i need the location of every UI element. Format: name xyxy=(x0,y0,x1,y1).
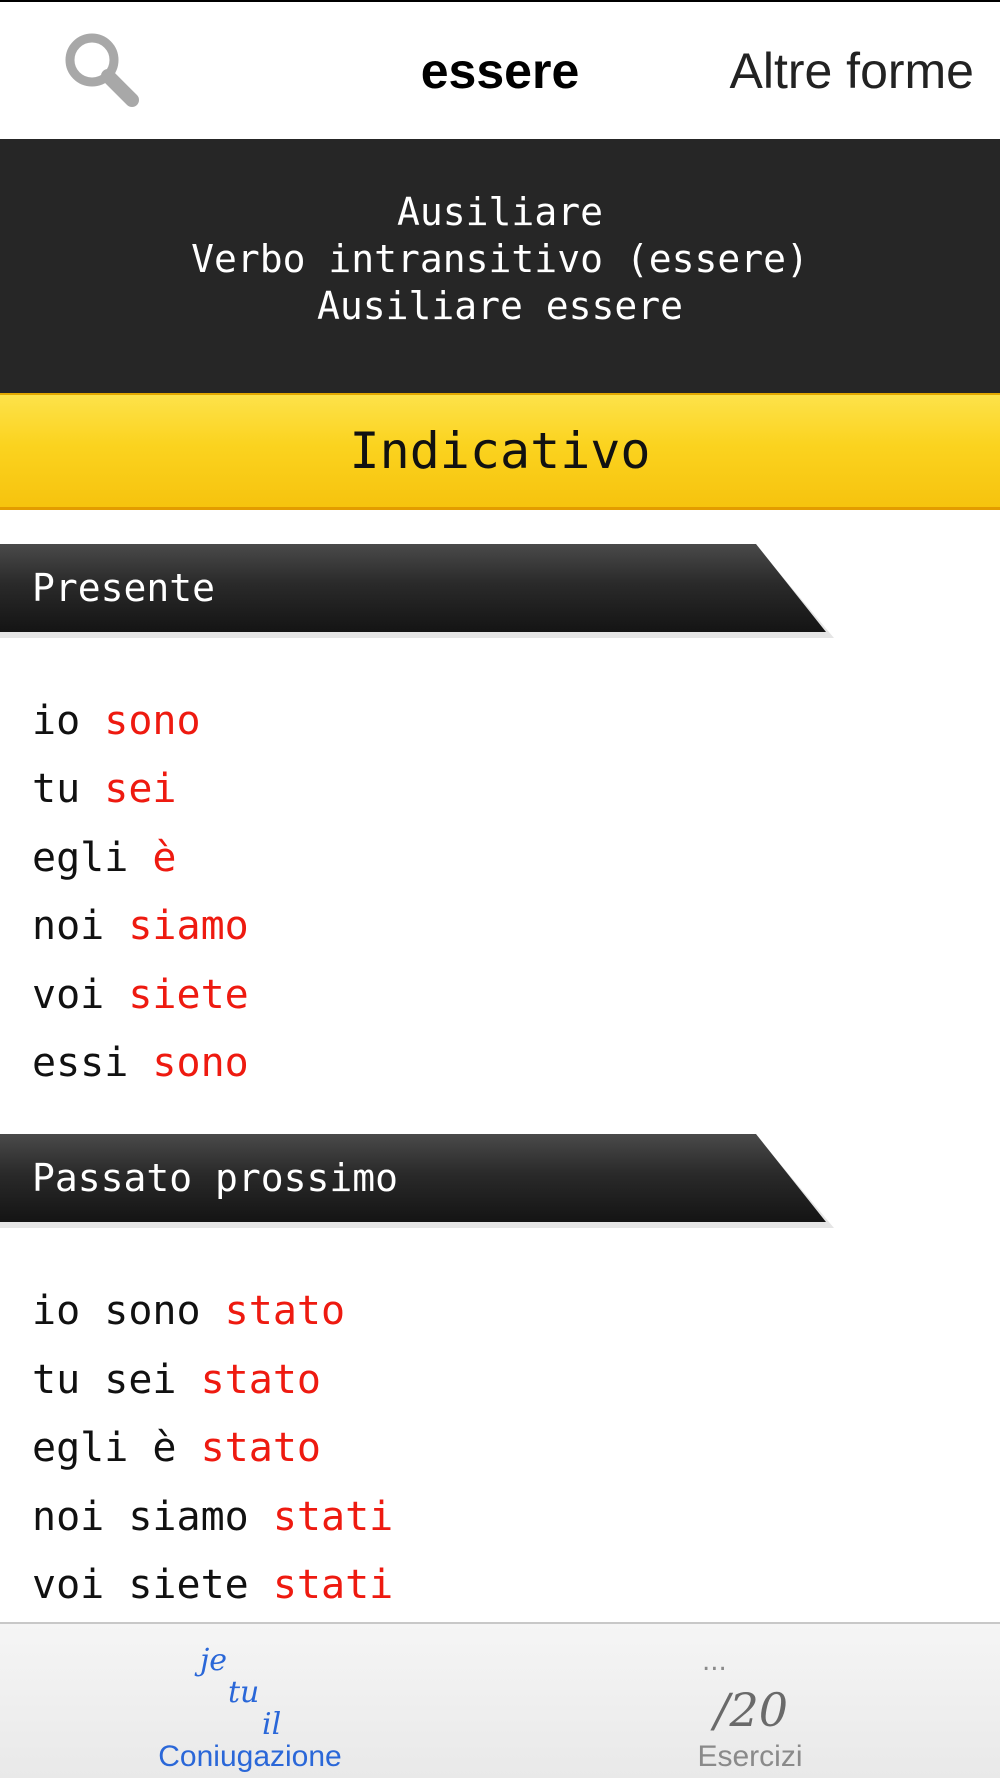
pronoun: noi xyxy=(32,903,129,949)
verb-info-line: Ausiliare essere xyxy=(316,284,684,328)
exercises-icon-text: ... xyxy=(702,1647,727,1677)
conjugation-icon: je tu il xyxy=(190,1634,310,1744)
conjugation-row: egli è stato xyxy=(32,1418,321,1478)
tab-exercises[interactable]: ... /20 Esercizi xyxy=(500,1624,1000,1778)
pronoun: voi siete xyxy=(32,1562,273,1608)
conjugation-row: tu sei xyxy=(32,759,177,819)
verb-info-line: Ausiliare xyxy=(397,190,603,234)
verb-form: stato xyxy=(200,1425,321,1471)
pronoun: io xyxy=(32,698,105,744)
conjugation-row: io sono xyxy=(32,691,201,751)
conjugation-row: noi siamo xyxy=(32,896,249,956)
conjugation-icon-text: il xyxy=(262,1707,281,1742)
verb-form: è xyxy=(152,835,177,881)
conjugation-icon-text: tu xyxy=(228,1675,259,1710)
tense-header: Presente xyxy=(0,544,840,638)
verb-form: sono xyxy=(152,1040,249,1086)
search-icon[interactable] xyxy=(62,30,146,114)
conjugation-row: io sono stato xyxy=(32,1281,345,1341)
pronoun: noi siamo xyxy=(32,1494,273,1540)
conjugation-row: noi siamo stati xyxy=(32,1487,393,1547)
conjugation-icon-text: je xyxy=(194,1643,227,1678)
pronoun: egli xyxy=(32,835,153,881)
pronoun: voi xyxy=(32,972,129,1018)
other-forms-button[interactable]: Altre forme xyxy=(729,42,974,100)
tab-label: Coniugazione xyxy=(158,1740,342,1773)
pronoun: tu sei xyxy=(32,1357,201,1403)
verb-form: siete xyxy=(128,972,249,1018)
conjugation-list[interactable]: Presente io sono tu sei egli è noi siamo… xyxy=(0,510,1000,1622)
tense-label: Presente xyxy=(32,566,216,610)
pronoun: egli è xyxy=(32,1425,201,1471)
tab-label: Esercizi xyxy=(697,1740,803,1773)
tab-bar: je tu il Coniugazione ... /20 Esercizi xyxy=(0,1622,1000,1778)
conjugation-row: tu sei stato xyxy=(32,1350,321,1410)
tab-conjugation[interactable]: je tu il Coniugazione xyxy=(0,1624,500,1778)
exercises-icon: ... /20 xyxy=(696,1634,816,1744)
verb-form: stati xyxy=(272,1494,394,1540)
verb-info-header: Ausiliare Verbo intransitivo (essere) Au… xyxy=(0,139,1000,393)
verb-info-line: Verbo intransitivo (essere) xyxy=(191,237,809,281)
verb-form: stati xyxy=(272,1562,394,1608)
conjugation-row: essi sono xyxy=(32,1033,249,1093)
conjugation-row: voi siete stati xyxy=(32,1555,393,1615)
pronoun: essi xyxy=(32,1040,153,1086)
pronoun: tu xyxy=(32,766,105,812)
exercises-icon-text: /20 xyxy=(710,1683,788,1737)
verb-form: siamo xyxy=(128,903,249,949)
verb-form: stato xyxy=(200,1357,321,1403)
verb-form: sei xyxy=(104,766,177,812)
conjugation-row: egli è xyxy=(32,828,177,888)
conjugation-row: voi siete xyxy=(32,965,249,1025)
verb-title: essere xyxy=(420,43,580,99)
verb-form: stato xyxy=(224,1288,346,1334)
mode-header: Indicativo xyxy=(0,393,1000,510)
tense-label: Passato prossimo xyxy=(32,1156,399,1200)
navigation-bar: essere Altre forme xyxy=(0,0,1000,139)
verb-form: sono xyxy=(104,698,201,744)
tense-header: Passato prossimo xyxy=(0,1134,840,1228)
pronoun: io sono xyxy=(32,1288,225,1334)
